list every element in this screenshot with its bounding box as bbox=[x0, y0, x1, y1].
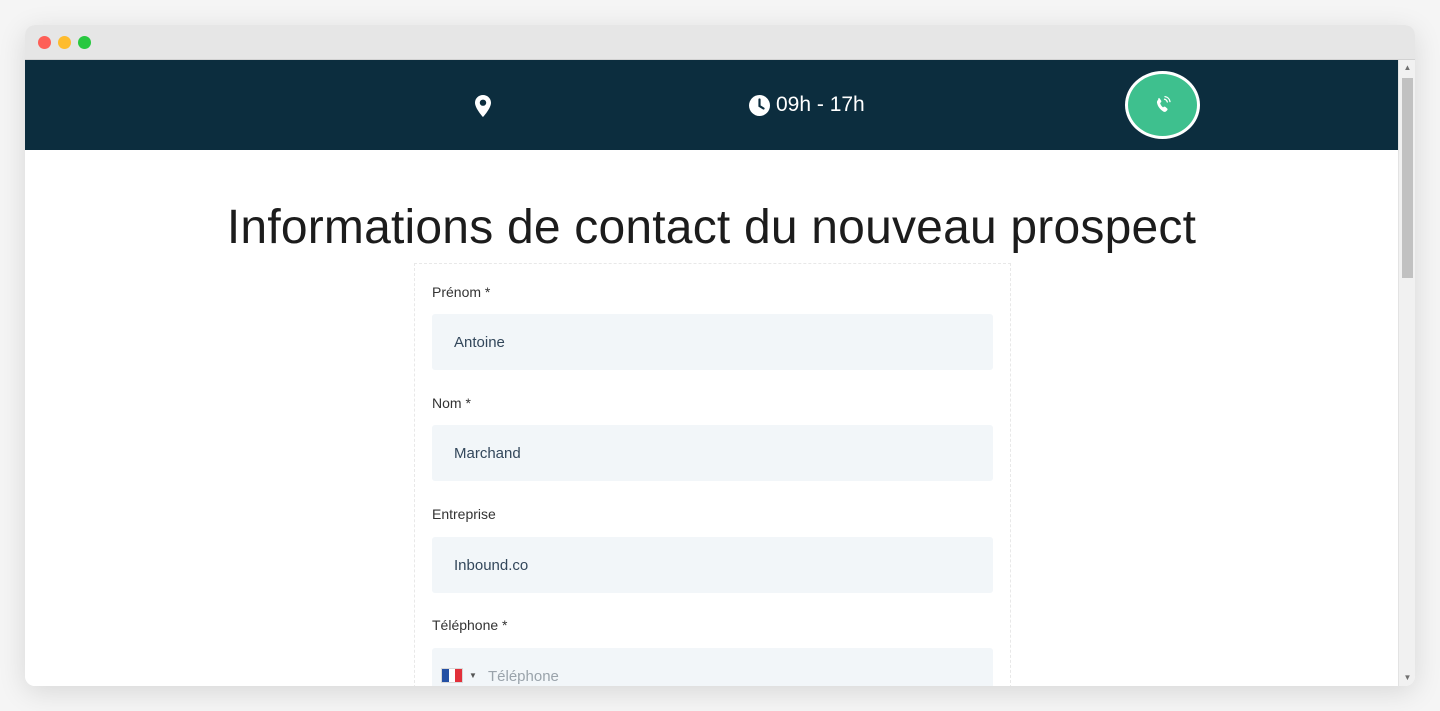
opening-hours-text: 09h - 17h bbox=[776, 93, 865, 116]
france-flag-icon[interactable] bbox=[441, 668, 463, 683]
call-button[interactable] bbox=[1125, 71, 1200, 139]
company-label: Entreprise bbox=[432, 506, 496, 522]
opening-hours: 09h - 17h bbox=[749, 92, 865, 118]
last-name-label: Nom * bbox=[432, 395, 471, 411]
clock-icon bbox=[749, 94, 770, 116]
scrollbar-thumb[interactable] bbox=[1402, 78, 1413, 278]
scroll-up-arrow-icon[interactable]: ▲ bbox=[1399, 60, 1415, 76]
last-name-input[interactable] bbox=[432, 425, 993, 481]
minimize-window-button[interactable] bbox=[58, 36, 71, 49]
map-marker-icon bbox=[475, 95, 491, 117]
phone-ringing-icon bbox=[1156, 95, 1171, 112]
phone-field: ▼ bbox=[432, 648, 993, 686]
page-title: Informations de contact du nouveau prosp… bbox=[226, 201, 1197, 254]
phone-label: Téléphone * bbox=[432, 617, 508, 633]
top-header-bar: 09h - 17h bbox=[25, 60, 1398, 150]
phone-input[interactable] bbox=[488, 648, 988, 686]
browser-window: 09h - 17h Informations de contact du nou… bbox=[25, 25, 1415, 686]
window-titlebar bbox=[25, 25, 1415, 60]
page-viewport: 09h - 17h Informations de contact du nou… bbox=[25, 60, 1398, 686]
vertical-scrollbar[interactable]: ▲ ▼ bbox=[1398, 60, 1415, 686]
contact-form: Prénom * Nom * Entreprise Téléphone * ▼ bbox=[414, 263, 1011, 686]
company-input[interactable] bbox=[432, 537, 993, 593]
caret-down-icon[interactable]: ▼ bbox=[469, 671, 477, 680]
close-window-button[interactable] bbox=[38, 36, 51, 49]
scroll-down-arrow-icon[interactable]: ▼ bbox=[1399, 670, 1415, 686]
maximize-window-button[interactable] bbox=[78, 36, 91, 49]
first-name-input[interactable] bbox=[432, 314, 993, 370]
first-name-label: Prénom * bbox=[432, 284, 491, 300]
